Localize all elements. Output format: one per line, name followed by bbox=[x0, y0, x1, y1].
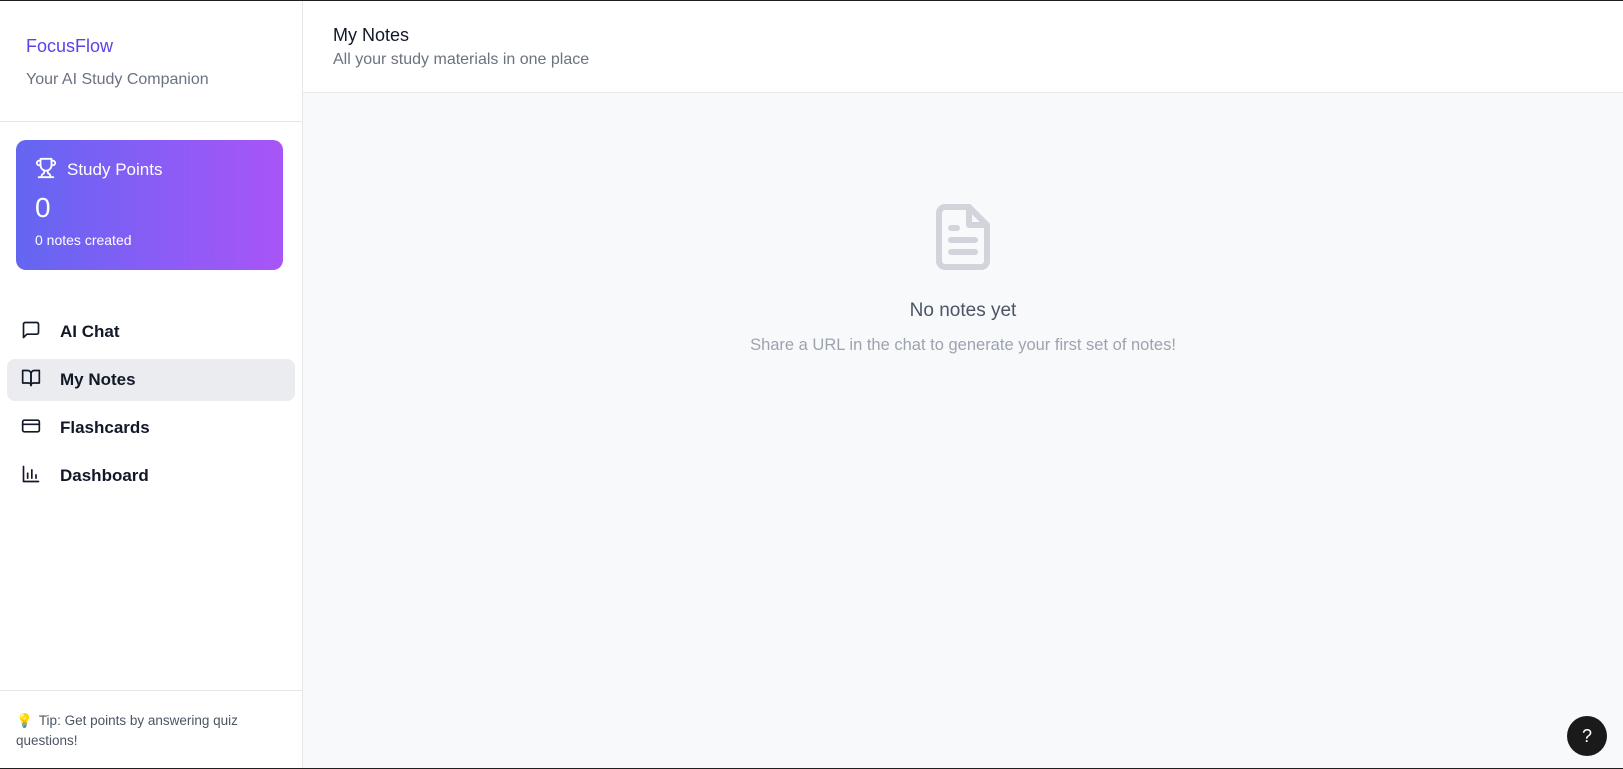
sidebar-tip: 💡 Tip: Get points by answering quiz quest… bbox=[0, 690, 302, 768]
message-square-icon bbox=[21, 320, 41, 345]
study-points-card: Study Points 0 0 notes created bbox=[16, 140, 283, 270]
lightbulb-icon: 💡 bbox=[16, 713, 33, 728]
sidebar-item-label: Flashcards bbox=[60, 418, 150, 437]
sidebar-item-label: AI Chat bbox=[60, 322, 120, 341]
book-open-icon bbox=[21, 368, 41, 393]
sidebar-item-ai-chat[interactable]: AI Chat bbox=[7, 311, 295, 353]
trophy-icon bbox=[35, 157, 57, 184]
sidebar: FocusFlow Your AI Study Companion Study … bbox=[0, 1, 303, 768]
empty-state-message: Share a URL in the chat to generate your… bbox=[750, 336, 1176, 354]
brand-block: FocusFlow Your AI Study Companion bbox=[0, 1, 302, 122]
main-content: My Notes All your study materials in one… bbox=[303, 1, 1623, 768]
notes-created-count: 0 notes created bbox=[35, 232, 132, 248]
page-header: My Notes All your study materials in one… bbox=[303, 1, 1623, 93]
empty-state-title: No notes yet bbox=[909, 300, 1017, 321]
sidebar-nav: AI Chat My Notes Flashcards Dashboard bbox=[0, 311, 302, 503]
credit-card-icon bbox=[21, 416, 41, 441]
sidebar-item-flashcards[interactable]: Flashcards bbox=[7, 407, 295, 449]
file-text-icon bbox=[927, 204, 999, 277]
bar-chart-icon bbox=[21, 464, 41, 489]
study-points-title: Study Points bbox=[67, 160, 163, 179]
notes-empty-state: No notes yet Share a URL in the chat to … bbox=[303, 93, 1623, 768]
help-button[interactable]: ? bbox=[1567, 716, 1607, 756]
app-window: FocusFlow Your AI Study Companion Study … bbox=[0, 1, 1623, 768]
study-points-value: 0 bbox=[35, 192, 51, 223]
sidebar-item-my-notes[interactable]: My Notes bbox=[7, 359, 295, 401]
brand-tagline: Your AI Study Companion bbox=[26, 71, 209, 88]
sidebar-item-dashboard[interactable]: Dashboard bbox=[7, 455, 295, 497]
brand-name[interactable]: FocusFlow bbox=[26, 34, 276, 58]
study-points-header: Study Points bbox=[35, 157, 264, 183]
page-title: My Notes bbox=[333, 25, 410, 45]
sidebar-item-label: My Notes bbox=[60, 370, 136, 389]
tip-text: Tip: Get points by answering quiz questi… bbox=[16, 713, 238, 748]
sidebar-item-label: Dashboard bbox=[60, 466, 149, 485]
empty-state-content: No notes yet Share a URL in the chat to … bbox=[303, 201, 1623, 355]
page-subtitle: All your study materials in one place bbox=[333, 51, 590, 68]
